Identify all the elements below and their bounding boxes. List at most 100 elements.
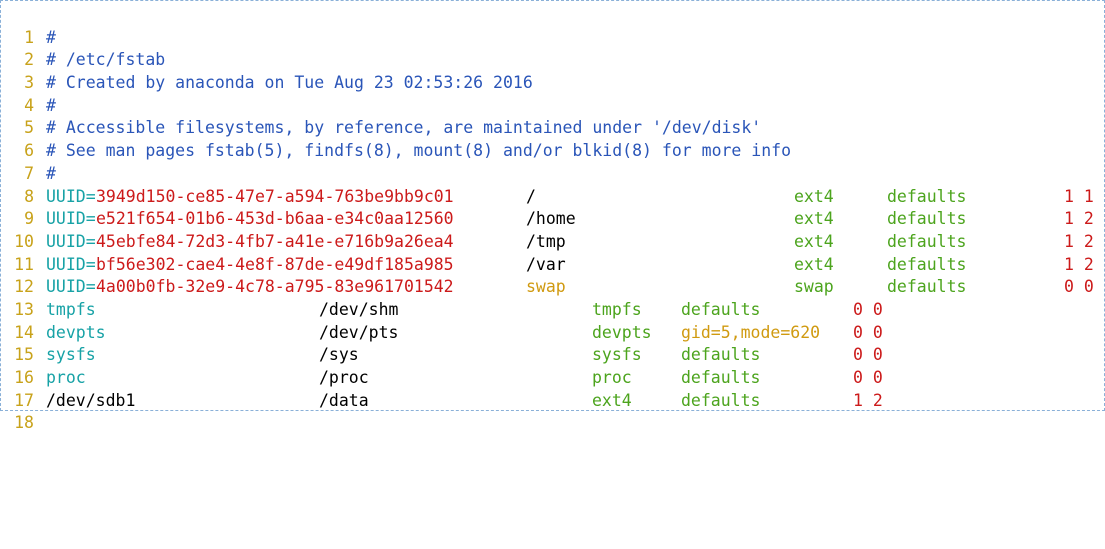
line-number: 18 [14, 413, 34, 433]
line-content: # Created by anaconda on Tue Aug 23 02:5… [46, 72, 1104, 95]
code-line: 9 UUID= 3949d150-ce85-47e7-a594-763be9bb… [1, 186, 1104, 229]
dump-pass: 1 2 [1064, 231, 1094, 251]
mount-point: /dev/shm [319, 299, 399, 319]
fs-type: ext4 [794, 186, 834, 206]
line-content: # [46, 163, 1104, 186]
uuid-value: 3949d150-ce85-47e7-a594-763be9bb9c01 [96, 186, 454, 206]
mount-options: gid=5,mode=620 [681, 322, 821, 342]
mount-point: /tmp [526, 231, 566, 251]
mount-options: defaults [681, 299, 761, 319]
code-line: 8 # [1, 163, 1104, 206]
line-content: UUID= bf56e302-cae4-4e8f-87de-e49df185a9… [46, 254, 1104, 277]
uuid-key: UUID= [46, 209, 96, 229]
fs-type: ext4 [592, 390, 632, 410]
dump-pass: 0 0 [853, 322, 883, 342]
dump-pass: 1 2 [853, 390, 883, 410]
fs-type: ext4 [794, 209, 834, 229]
code-line: 5 # [1, 95, 1104, 138]
line-content: UUID= e521f654-01b6-453d-b6aa-e34c0aa125… [46, 208, 1104, 231]
uuid-value: e521f654-01b6-453d-b6aa-e34c0aa12560 [96, 209, 454, 229]
uuid-key: UUID= [46, 277, 96, 297]
line-content: # See man pages fstab(5), findfs(8), mou… [46, 140, 1104, 163]
mount-point: /dev/pts [319, 322, 399, 342]
fs-type: devpts [592, 322, 652, 342]
mount-point: / [526, 186, 536, 206]
code-line: 2 # [1, 27, 1104, 70]
line-content: tmpfs /dev/shm tmpfs defaults 0 0 [46, 299, 1104, 322]
uuid-value: bf56e302-cae4-4e8f-87de-e49df185a985 [96, 254, 454, 274]
dump-pass: 1 2 [1064, 209, 1094, 229]
mount-options: defaults [681, 345, 761, 365]
code-line: 16 sysfs /sys sysfs defaults 0 0 [1, 344, 1104, 387]
line-content: proc /proc proc defaults 0 0 [46, 367, 1104, 390]
line-content: # [46, 27, 1104, 50]
mount-point: /home [526, 209, 576, 229]
dump-pass: 0 0 [853, 345, 883, 365]
comment-text: # [46, 95, 56, 115]
code-line: 15 devpts /dev/pts devpts gid=5,mode=620… [1, 322, 1104, 365]
uuid-key: UUID= [46, 186, 96, 206]
mount-point: /sys [319, 345, 359, 365]
mount-options: defaults [681, 368, 761, 387]
code-line: 17 proc /proc proc defaults 0 0 [1, 367, 1104, 410]
line-content: # /etc/fstab [46, 49, 1104, 72]
line-content [46, 4, 1104, 27]
text-editor[interactable]: 1 2 # 3 # /etc/fstab 4 # Created by anac… [0, 0, 1105, 433]
comment-text: # See man pages fstab(5), findfs(8), mou… [46, 141, 792, 161]
line-content: # [46, 95, 1104, 118]
fs-type: swap [794, 277, 834, 297]
code-line: 4 # Created by anaconda on Tue Aug 23 02… [1, 72, 1104, 115]
code-line: 14 tmpfs /dev/shm tmpfs defaults 0 0 [1, 299, 1104, 342]
mount-options: defaults [887, 231, 967, 251]
device-name: tmpfs [46, 299, 96, 319]
mount-options: defaults [681, 390, 761, 410]
dump-pass: 0 0 [1064, 277, 1094, 297]
fs-type: tmpfs [592, 299, 642, 319]
mount-options: defaults [887, 209, 967, 229]
code-line: 11 UUID= 45ebfe84-72d3-4fb7-a41e-e716b9a… [1, 231, 1104, 274]
line-content: # Accessible filesystems, by reference, … [46, 117, 1104, 140]
comment-text: # Created by anaconda on Tue Aug 23 02:5… [46, 73, 533, 93]
mount-point: /var [526, 254, 566, 274]
dump-pass: 0 0 [853, 299, 883, 319]
code-line: 12 UUID= bf56e302-cae4-4e8f-87de-e49df18… [1, 254, 1104, 297]
code-line: 18 /dev/sdb1 /data ext4 defaults 1 2 [1, 390, 1104, 433]
mount-point: /data [319, 390, 369, 410]
uuid-key: UUID= [46, 254, 96, 274]
mount-options: defaults [887, 186, 967, 206]
line-content: UUID= 4a00b0fb-32e9-4c78-a795-83e9617015… [46, 276, 1104, 299]
device-name: proc [46, 368, 86, 387]
mount-point: swap [526, 277, 566, 297]
code-line: 10 UUID= e521f654-01b6-453d-b6aa-e34c0aa… [1, 208, 1104, 251]
mount-options: defaults [887, 254, 967, 274]
code-line: 1 [1, 4, 1104, 47]
fs-type: ext4 [794, 254, 834, 274]
code-line: 3 # /etc/fstab [1, 49, 1104, 92]
fs-type: sysfs [592, 345, 642, 365]
code-line: 6 # Accessible filesystems, by reference… [1, 117, 1104, 160]
fs-type: proc [592, 368, 632, 387]
code-line: 13 UUID= 4a00b0fb-32e9-4c78-a795-83e9617… [1, 276, 1104, 319]
device-name: devpts [46, 322, 106, 342]
comment-text: # Accessible filesystems, by reference, … [46, 118, 762, 138]
uuid-key: UUID= [46, 231, 96, 251]
comment-text: # [46, 163, 56, 183]
mount-options: defaults [887, 277, 967, 297]
comment-text: # /etc/fstab [46, 50, 166, 70]
uuid-value: 45ebfe84-72d3-4fb7-a41e-e716b9a26ea4 [96, 231, 454, 251]
dump-pass: 0 0 [853, 368, 883, 387]
dump-pass: 1 2 [1064, 254, 1094, 274]
line-content: sysfs /sys sysfs defaults 0 0 [46, 344, 1104, 367]
fs-type: ext4 [794, 231, 834, 251]
device-name: sysfs [46, 345, 96, 365]
line-content: /dev/sdb1 /data ext4 defaults 1 2 [46, 390, 1104, 413]
line-content: UUID= 3949d150-ce85-47e7-a594-763be9bb9c… [46, 186, 1104, 209]
mount-point: /proc [319, 368, 369, 387]
dump-pass: 1 1 [1064, 186, 1094, 206]
line-content: devpts /dev/pts devpts gid=5,mode=620 0 … [46, 322, 1104, 345]
code-line: 7 # See man pages fstab(5), findfs(8), m… [1, 140, 1104, 183]
comment-text: # [46, 27, 56, 47]
uuid-value: 4a00b0fb-32e9-4c78-a795-83e961701542 [96, 277, 454, 297]
line-content: UUID= 45ebfe84-72d3-4fb7-a41e-e716b9a26e… [46, 231, 1104, 254]
device-name: /dev/sdb1 [46, 390, 136, 410]
